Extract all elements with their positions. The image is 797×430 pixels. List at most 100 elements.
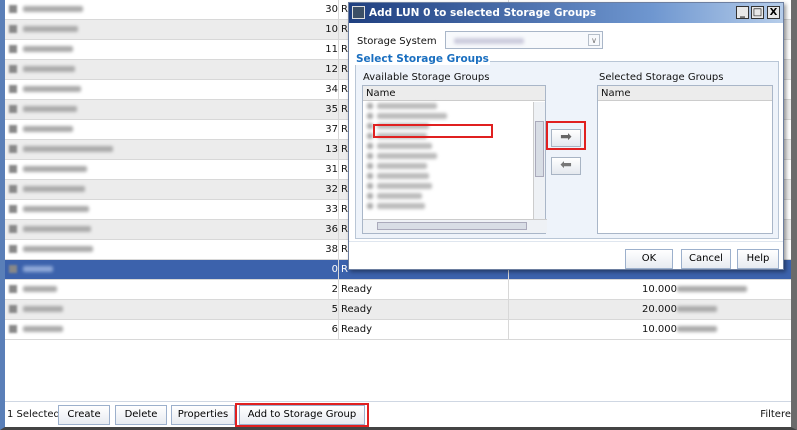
lun-id: 2 <box>175 280 339 300</box>
lun-name <box>5 280 175 300</box>
lun-icon <box>9 245 17 253</box>
lun-id: 35 <box>175 100 339 120</box>
close-icon[interactable]: X <box>767 6 780 19</box>
lun-icon <box>9 85 17 93</box>
storage-group-item[interactable] <box>363 111 545 121</box>
table-row[interactable]: 2 Ready 10.000 <box>5 280 791 300</box>
add-lun-dialog: Add LUN 0 to selected Storage Groups _ □… <box>348 2 784 270</box>
table-row[interactable]: 5 Ready 20.000 <box>5 300 791 320</box>
lun-icon <box>9 225 17 233</box>
storage-system-label: Storage System <box>357 36 437 47</box>
lun-icon <box>9 325 17 333</box>
minimize-icon[interactable]: _ <box>736 6 749 19</box>
lun-id: 0 <box>175 260 339 280</box>
storage-system-value <box>454 38 524 44</box>
lun-id: 5 <box>175 300 339 320</box>
lun-owner <box>677 300 767 320</box>
lun-name <box>5 300 175 320</box>
ok-button[interactable]: OK <box>625 249 673 269</box>
name-column-header[interactable]: Name <box>363 86 545 101</box>
storage-system-select[interactable]: ∨ <box>445 31 603 49</box>
selection-count: 1 Selected <box>7 409 60 420</box>
lun-name <box>5 320 175 340</box>
storage-group-item[interactable] <box>363 181 545 191</box>
vertical-scrollbar[interactable] <box>533 102 545 219</box>
lun-id: 10 <box>175 20 339 40</box>
cancel-button[interactable]: Cancel <box>681 249 731 269</box>
lun-icon <box>9 165 17 173</box>
lun-name <box>5 260 175 280</box>
highlight-box <box>373 124 493 138</box>
lun-icon <box>9 65 17 73</box>
help-button[interactable]: Help <box>737 249 779 269</box>
lun-id: 36 <box>175 220 339 240</box>
highlight-box <box>235 403 369 427</box>
lun-capacity: 20.000 <box>642 304 677 315</box>
lun-capacity: 10.000 <box>642 284 677 295</box>
lun-name <box>5 240 175 260</box>
bottom-toolbar: 1 Selected Create Delete Properties Add … <box>5 401 791 427</box>
maximize-icon[interactable]: □ <box>751 6 764 19</box>
lun-name <box>5 140 175 160</box>
storage-group-item[interactable] <box>363 191 545 201</box>
lun-owner <box>677 320 767 340</box>
h-scroll-thumb[interactable] <box>377 222 527 230</box>
lun-id: 37 <box>175 120 339 140</box>
storage-group-item[interactable] <box>363 171 545 181</box>
lun-capacity: 10.000 <box>642 324 677 335</box>
storage-group-item[interactable] <box>363 101 545 111</box>
delete-button[interactable]: Delete <box>115 405 167 425</box>
lun-icon <box>9 265 17 273</box>
storage-group-item[interactable] <box>363 201 545 211</box>
scroll-thumb[interactable] <box>535 121 544 177</box>
available-groups-list[interactable]: Name <box>362 85 547 234</box>
lun-name <box>5 40 175 60</box>
lun-state: Ready <box>341 320 509 340</box>
lun-id: 31 <box>175 160 339 180</box>
lun-icon <box>9 45 17 53</box>
chevron-down-icon[interactable]: ∨ <box>588 34 600 46</box>
lun-icon <box>9 145 17 153</box>
lun-id: 34 <box>175 80 339 100</box>
lun-name <box>5 200 175 220</box>
lun-id: 38 <box>175 240 339 260</box>
lun-icon <box>9 285 17 293</box>
lun-icon <box>9 185 17 193</box>
create-button[interactable]: Create <box>58 405 110 425</box>
filter-label: Filtere <box>760 409 791 420</box>
properties-button[interactable]: Properties <box>171 405 235 425</box>
lun-icon <box>9 25 17 33</box>
lun-owner <box>677 280 767 300</box>
horizontal-scrollbar[interactable] <box>363 219 547 233</box>
selected-groups-list[interactable]: Name <box>597 85 773 234</box>
lun-name <box>5 0 175 20</box>
lun-icon <box>9 205 17 213</box>
lun-icon <box>9 305 17 313</box>
storage-group-item[interactable] <box>363 141 545 151</box>
name-column-header[interactable]: Name <box>598 86 772 101</box>
storage-group-item[interactable] <box>363 161 545 171</box>
lun-icon <box>9 105 17 113</box>
lun-name <box>5 160 175 180</box>
lun-name <box>5 180 175 200</box>
lun-id: 11 <box>175 40 339 60</box>
available-label: Available Storage Groups <box>363 72 490 83</box>
app-icon <box>352 6 365 19</box>
dialog-title-bar: Add LUN 0 to selected Storage Groups _ □… <box>349 3 783 23</box>
lun-id: 13 <box>175 140 339 160</box>
storage-group-item[interactable] <box>363 151 545 161</box>
table-row[interactable]: 6 Ready 10.000 <box>5 320 791 340</box>
lun-id: 33 <box>175 200 339 220</box>
selected-label: Selected Storage Groups <box>599 72 724 83</box>
lun-id: 6 <box>175 320 339 340</box>
lun-icon <box>9 125 17 133</box>
lun-id: 30 <box>175 0 339 20</box>
lun-name <box>5 100 175 120</box>
dialog-title: Add LUN 0 to selected Storage Groups <box>369 7 597 19</box>
remove-arrow-button[interactable]: ⬅ <box>551 157 581 175</box>
lun-name <box>5 220 175 240</box>
arrow-left-icon: ⬅ <box>560 157 572 173</box>
lun-state: Ready <box>341 300 509 320</box>
lun-id: 12 <box>175 60 339 80</box>
group-label: Select Storage Groups <box>355 53 490 65</box>
